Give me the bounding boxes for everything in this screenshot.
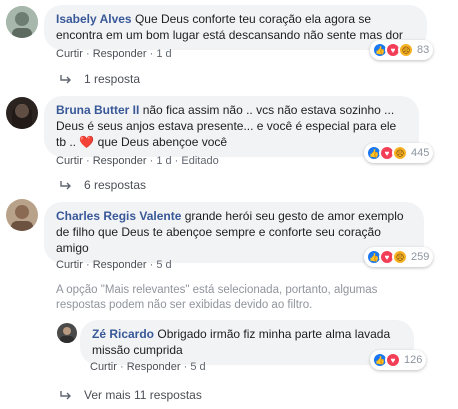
comment-author[interactable]: Charles Regis Valente (56, 209, 181, 223)
like-link[interactable]: Curtir (56, 155, 83, 167)
reply-arrow-icon (60, 75, 71, 84)
reaction-summary[interactable]: 👍 ♥ ☹ 259 (364, 247, 434, 267)
replies-count: 6 respostas (84, 178, 147, 192)
reply-link[interactable]: Responder (127, 361, 181, 373)
reply-link[interactable]: Responder (93, 259, 147, 271)
timestamp[interactable]: 1 d (156, 48, 171, 60)
more-replies-label: Ver mais 11 respostas (84, 388, 202, 402)
sad-icon: ☹ (398, 42, 414, 58)
reaction-summary[interactable]: 👍 ♥ ☹ 445 (364, 143, 434, 163)
view-replies-link[interactable]: 6 respostas (60, 178, 146, 192)
filter-notice: A opção "Mais relevantes" está seleciona… (56, 284, 378, 311)
reply-actions: Curtir · Responder · 5 d (90, 361, 206, 373)
heart-emoji: ❤️ (79, 135, 95, 149)
avatar[interactable] (6, 97, 38, 129)
replies-count: 1 resposta (84, 72, 141, 86)
timestamp[interactable]: 5 d (190, 361, 205, 373)
reaction-count: 445 (411, 147, 430, 159)
comment-bubble: Isabely Alves Que Deus conforte teu cora… (44, 5, 427, 50)
separator: · (183, 361, 188, 373)
comment-actions: Curtir · Responder · 1 d (56, 48, 172, 60)
timestamp[interactable]: 5 d (156, 259, 171, 271)
reaction-count: 126 (404, 354, 423, 366)
comment-text: que Deus abençoe você (97, 135, 228, 149)
reply-arrow-icon (60, 181, 71, 190)
separator: · (85, 48, 90, 60)
avatar[interactable] (57, 323, 77, 343)
reply-author[interactable]: Zé Ricardo (92, 327, 154, 341)
comment-actions: Curtir · Responder · 1 d · Editado (56, 155, 219, 167)
like-link[interactable]: Curtir (56, 259, 83, 271)
reaction-summary[interactable]: 👍 ♥ 126 (370, 350, 427, 370)
separator: · (85, 155, 90, 167)
avatar[interactable] (6, 6, 38, 38)
separator: · (149, 155, 154, 167)
reply-link[interactable]: Responder (93, 48, 147, 60)
like-link[interactable]: Curtir (56, 48, 83, 60)
comment-bubble: Bruna Butter II não fica assim não .. vc… (44, 96, 419, 157)
reaction-summary[interactable]: 👍 ♥ ☹ 83 (370, 40, 434, 60)
edited-label[interactable]: Editado (181, 155, 218, 167)
separator: · (149, 259, 154, 271)
comment-author[interactable]: Isabely Alves (56, 12, 132, 26)
separator: · (149, 48, 154, 60)
comment-actions: Curtir · Responder · 5 d (56, 259, 172, 271)
reaction-count: 259 (411, 251, 430, 263)
timestamp[interactable]: 1 d (156, 155, 171, 167)
separator: · (85, 259, 90, 271)
heart-icon: ♥ (385, 352, 401, 368)
reaction-count: 83 (417, 44, 430, 56)
reply-bubble: Zé Ricardo Obrigado irmão fiz minha part… (80, 320, 414, 365)
reply-link[interactable]: Responder (93, 155, 147, 167)
separator: · (174, 155, 179, 167)
view-more-replies-link[interactable]: Ver mais 11 respostas (60, 388, 202, 402)
like-link[interactable]: Curtir (90, 361, 117, 373)
sad-icon: ☹ (392, 145, 408, 161)
reply-arrow-icon (60, 391, 71, 400)
sad-icon: ☹ (392, 249, 408, 265)
separator: · (119, 361, 124, 373)
comment-author[interactable]: Bruna Butter II (56, 103, 139, 117)
avatar[interactable] (6, 199, 38, 231)
view-replies-link[interactable]: 1 resposta (60, 72, 140, 86)
